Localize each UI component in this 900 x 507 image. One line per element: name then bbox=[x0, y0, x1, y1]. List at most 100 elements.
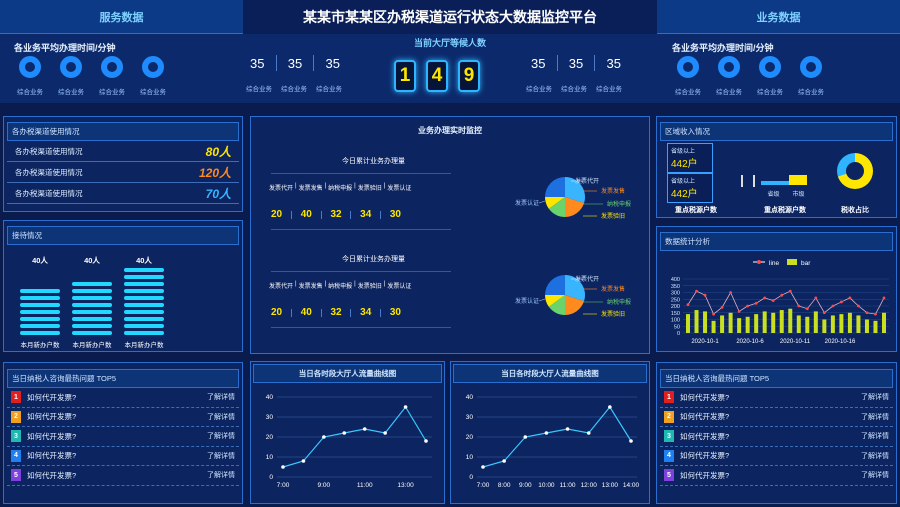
table-value: 34 bbox=[360, 209, 372, 220]
list-item[interactable]: 2 如何代开发票? 了解详情 bbox=[7, 408, 239, 427]
rank-badge: 5 bbox=[11, 469, 21, 482]
flow-chart-2-panel: 当日各时段大厅人流量曲线图 0 10 20 30 40 7:00 8:00 9:00 10:00… bbox=[450, 361, 650, 504]
right-rings: 综合业务 综合业务 综合业务 综合业务 bbox=[668, 56, 898, 100]
table-value: 20 bbox=[271, 209, 283, 220]
details-link[interactable]: 了解详情 bbox=[207, 412, 235, 422]
realtime-panel: 业务办理实时监控 今日累计业务办理量 发票代开 | 发票发售 | 纳税申报 | 发票验旧 | 发票… bbox=[250, 116, 650, 354]
bar-mark bbox=[805, 316, 810, 333]
y-tick-label: 40 bbox=[266, 394, 274, 401]
rank-badge: 5 bbox=[664, 469, 674, 482]
details-link[interactable]: 了解详情 bbox=[207, 470, 235, 480]
ring-icon bbox=[677, 56, 699, 78]
stats-panel: 数据统计分析 line bar 400 350 300 250 200 150 100 50 0 20… bbox=[656, 226, 897, 352]
reception-bar bbox=[72, 303, 112, 307]
question-text[interactable]: 如何代开发票? bbox=[680, 411, 861, 422]
ring-widget: 综合业务 bbox=[668, 56, 708, 96]
pie-label: 发票验旧 bbox=[601, 310, 625, 318]
list-item[interactable]: 4 如何代开发票? 了解详情 bbox=[7, 447, 239, 466]
data-point bbox=[322, 435, 326, 439]
details-link[interactable]: 了解详情 bbox=[207, 392, 235, 402]
realtime-block: 今日累计业务办理量 发票代开 | 发票发售 | 纳税申报 | 发票验旧 | 发票认证 20 40 32 3… bbox=[251, 251, 651, 346]
bar-mark bbox=[771, 312, 776, 333]
reception-bar bbox=[124, 303, 164, 307]
block-values: 20 40 32 34 30 bbox=[271, 307, 401, 318]
rank-badge: 4 bbox=[11, 449, 21, 462]
question-text[interactable]: 如何代开发票? bbox=[27, 392, 207, 403]
block-divider bbox=[271, 229, 451, 230]
question-text[interactable]: 如何代开发票? bbox=[680, 392, 861, 403]
left-rings: 综合业务 综合业务 综合业务 综合业务 bbox=[10, 56, 240, 100]
list-item[interactable]: 2 如何代开发票? 了解详情 bbox=[660, 408, 893, 427]
reception-label: 本月新办户数 bbox=[72, 342, 112, 349]
series-line bbox=[687, 290, 885, 315]
reception-bar bbox=[72, 289, 112, 293]
bar-mark bbox=[754, 314, 759, 333]
pie-label: 发票认证 bbox=[515, 297, 539, 305]
y-tick-label: 250 bbox=[671, 297, 680, 303]
data-point bbox=[362, 427, 367, 431]
reception-bar bbox=[124, 317, 164, 321]
tab-business-data[interactable]: 业务数据 bbox=[657, 0, 900, 34]
region-caption-2: 重点税源户数 bbox=[764, 207, 806, 214]
question-text[interactable]: 如何代开发票? bbox=[27, 450, 207, 461]
waiting-digit: 9 bbox=[458, 60, 480, 92]
region-panel: 区域收入情况 省级以上 442户 省级以上 442户 重点税源户数 省级 市级 … bbox=[656, 116, 897, 218]
value-separator bbox=[350, 308, 352, 317]
x-tick-label: 2020-10-11 bbox=[780, 339, 811, 345]
value-separator bbox=[380, 308, 382, 317]
question-text[interactable]: 如何代开发票? bbox=[680, 470, 861, 481]
panel-title: 业务办理实时监控 bbox=[418, 126, 482, 135]
waiting-digit: 1 bbox=[394, 60, 416, 92]
table-header: 发票认证 bbox=[387, 186, 412, 192]
flow-chart-1-panel: 当日各时段大厅人流量曲线图 0 10 20 30 40 7:00 9:00 11:00 13:0… bbox=[250, 361, 445, 504]
table-value: 32 bbox=[330, 209, 342, 220]
flow-chart-1: 0 10 20 30 40 7:00 9:00 11:00 13:00 bbox=[266, 394, 432, 489]
table-value: 30 bbox=[389, 209, 401, 220]
ring-icon bbox=[19, 56, 41, 78]
details-link[interactable]: 了解详情 bbox=[861, 470, 889, 480]
line-point bbox=[686, 303, 690, 307]
question-text[interactable]: 如何代开发票? bbox=[27, 411, 207, 422]
details-link[interactable]: 了解详情 bbox=[861, 451, 889, 461]
region-caption-3: 税收占比 bbox=[841, 207, 869, 214]
question-text[interactable]: 如何代开发票? bbox=[27, 470, 207, 481]
table-value: 34 bbox=[360, 307, 372, 318]
reception-bar bbox=[20, 310, 60, 314]
tab-service-data[interactable]: 服务数据 bbox=[0, 0, 243, 34]
list-item[interactable]: 5 如何代开发票? 了解详情 bbox=[7, 466, 239, 486]
list-item[interactable]: 1 如何代开发票? 了解详情 bbox=[660, 388, 893, 408]
realtime-block: 今日累计业务办理量 发票代开 | 发票发售 | 纳税申报 | 发票验旧 | 发票认证 20 40 32 3… bbox=[251, 153, 651, 248]
details-link[interactable]: 了解详情 bbox=[861, 412, 889, 422]
y-tick-label: 10 bbox=[466, 454, 474, 461]
legend-bar-icon bbox=[787, 259, 797, 265]
details-link[interactable]: 了解详情 bbox=[207, 451, 235, 461]
reception-label: 本月新办户数 bbox=[124, 342, 164, 349]
bar-mark bbox=[762, 311, 767, 333]
reception-bar bbox=[72, 317, 112, 321]
reception-bar bbox=[20, 324, 60, 328]
block-headers: 发票代开 | 发票发售 | 纳税申报 | 发票验旧 | 发票认证 bbox=[269, 183, 412, 192]
y-tick-label: 50 bbox=[674, 324, 680, 330]
question-text[interactable]: 如何代开发票? bbox=[680, 431, 861, 442]
details-link[interactable]: 了解详情 bbox=[207, 431, 235, 441]
question-text[interactable]: 如何代开发票? bbox=[27, 431, 207, 442]
line-point bbox=[839, 300, 843, 304]
data-point bbox=[586, 431, 591, 435]
details-link[interactable]: 了解详情 bbox=[861, 392, 889, 402]
pie-label: 发票代开 bbox=[575, 275, 599, 283]
x-tick-label: 10:00 bbox=[538, 482, 555, 489]
data-point bbox=[281, 465, 285, 469]
bar-mark bbox=[796, 315, 801, 333]
y-tick-label: 150 bbox=[671, 311, 680, 317]
list-item[interactable]: 5 如何代开发票? 了解详情 bbox=[660, 466, 893, 486]
count-value: 35 bbox=[287, 55, 303, 71]
question-text[interactable]: 如何代开发票? bbox=[680, 450, 861, 461]
list-item[interactable]: 3 如何代开发票? 了解详情 bbox=[7, 427, 239, 447]
block-subtitle: 今日累计业务办理量 bbox=[342, 256, 405, 263]
details-link[interactable]: 了解详情 bbox=[861, 431, 889, 441]
ring-label: 综合业务 bbox=[58, 89, 84, 96]
data-point bbox=[481, 465, 485, 469]
list-item[interactable]: 1 如何代开发票? 了解详情 bbox=[7, 388, 239, 408]
list-item[interactable]: 3 如何代开发票? 了解详情 bbox=[660, 427, 893, 447]
list-item[interactable]: 4 如何代开发票? 了解详情 bbox=[660, 447, 893, 466]
